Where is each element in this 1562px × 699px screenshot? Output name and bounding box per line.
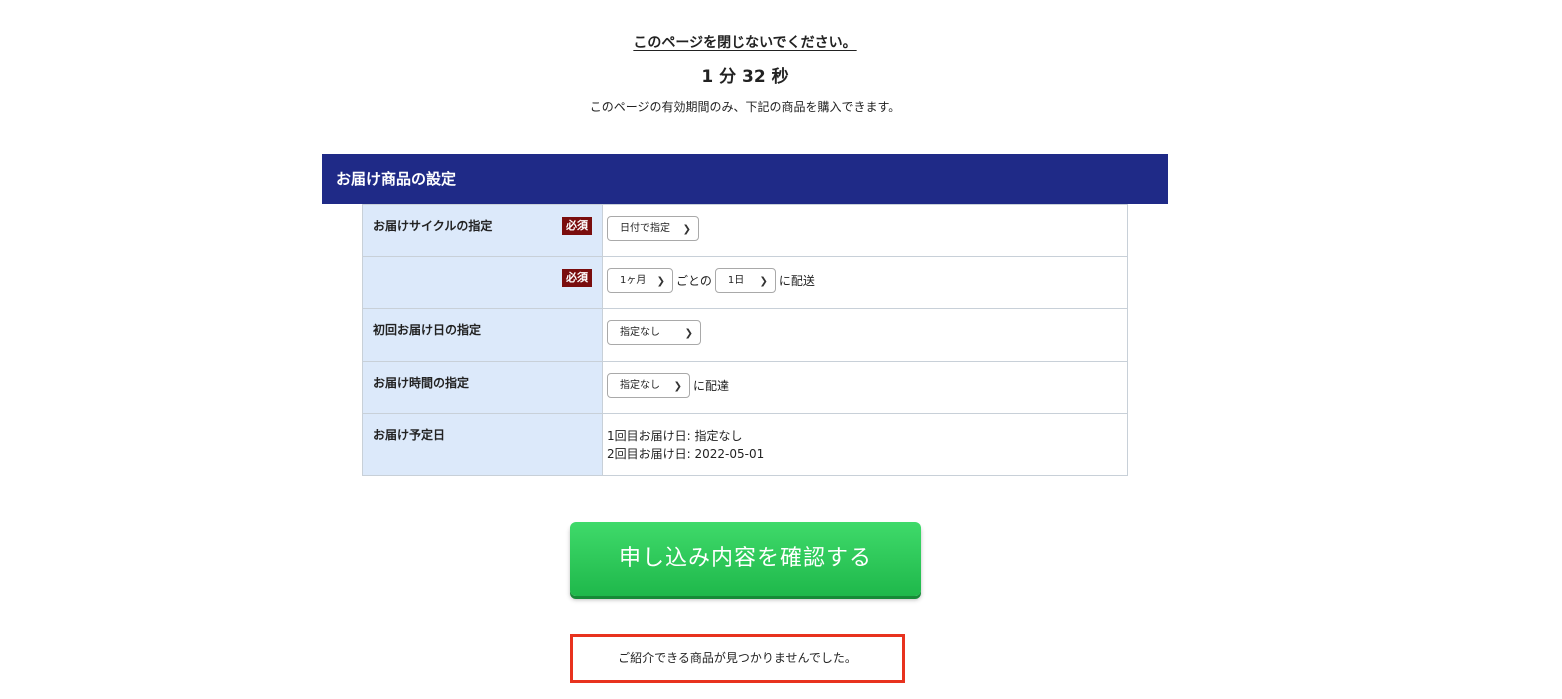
notice-description: このページの有効期間のみ、下記の商品を購入できます。 — [589, 100, 901, 114]
schedule-label: お届け予定日 — [373, 428, 446, 442]
first-delivery-label: 初回お届け日の指定 — [373, 323, 482, 337]
delivery-time-label-cell: お届け時間の指定 — [362, 361, 603, 414]
chevron-down-icon: ❯ — [684, 328, 693, 339]
delivery-time-value-cell: 指定なし ❯ に配達 — [602, 361, 1128, 414]
delivery-day-select-value: 1日 — [727, 275, 745, 286]
table-row: お届け予定日 1回目お届け日: 指定なし 2回目お届け日: 2022-05-01 — [362, 413, 1128, 476]
delivery-time-select-value: 指定なし — [620, 380, 660, 391]
table-row: お届けサイクルの指定 必須 日付で指定 ❯ — [362, 204, 1128, 257]
section-header: お届け商品の設定 — [322, 154, 1168, 204]
first-delivery-schedule: 1回目お届け日: 指定なし — [607, 429, 743, 443]
chevron-down-icon: ❯ — [673, 381, 682, 392]
confirm-order-button[interactable]: 申し込み内容を確認する — [570, 522, 921, 596]
cycle-label: お届けサイクルの指定 — [373, 219, 493, 233]
interval-value-cell: 1ヶ月 ❯ ごとの 1日 ❯ に配送 — [602, 256, 1128, 309]
first-delivery-date-select-value: 指定なし — [620, 327, 660, 338]
delivery-settings-table: お届けサイクルの指定 必須 日付で指定 ❯ 必須 1ヶ月 ❯ ごとの 1日 ❯ … — [362, 204, 1128, 476]
page: このページを閉じないでください。 1 分 32 秒 このページの有効期間のみ、下… — [0, 0, 1562, 699]
delivery-time-label: お届け時間の指定 — [373, 376, 470, 390]
no-products-message: ご紹介できる商品が見つかりませんでした。 — [570, 634, 905, 683]
chevron-down-icon: ❯ — [682, 224, 691, 235]
required-badge: 必須 — [562, 217, 592, 235]
cycle-value-cell: 日付で指定 ❯ — [602, 204, 1128, 257]
table-row: お届け時間の指定 指定なし ❯ に配達 — [362, 361, 1128, 414]
schedule-label-cell: お届け予定日 — [362, 413, 603, 476]
second-delivery-schedule: 2回目お届け日: 2022-05-01 — [607, 447, 765, 461]
first-delivery-date-select[interactable]: 指定なし ❯ — [607, 320, 701, 345]
cycle-type-select[interactable]: 日付で指定 ❯ — [607, 216, 699, 241]
countdown-timer: 1 分 32 秒 — [701, 67, 789, 87]
interval-suffix-text: に配送 — [778, 274, 815, 288]
cycle-label-cell: お届けサイクルの指定 必須 — [362, 204, 603, 257]
chevron-down-icon: ❯ — [759, 276, 768, 287]
notice-title: このページを閉じないでください。 — [633, 35, 857, 51]
interval-between-text: ごとの — [676, 274, 712, 288]
delivery-time-select[interactable]: 指定なし ❯ — [607, 373, 690, 398]
delivery-time-suffix-text: に配達 — [693, 379, 730, 393]
table-row: 初回お届け日の指定 指定なし ❯ — [362, 308, 1128, 362]
first-delivery-value-cell: 指定なし ❯ — [602, 308, 1128, 362]
cycle-type-select-value: 日付で指定 — [620, 223, 670, 234]
delivery-day-select[interactable]: 1日 ❯ — [714, 268, 776, 293]
schedule-value-cell: 1回目お届け日: 指定なし 2回目お届け日: 2022-05-01 — [602, 413, 1128, 476]
interval-label-cell: 必須 — [362, 256, 603, 309]
month-interval-select[interactable]: 1ヶ月 ❯ — [607, 268, 673, 293]
chevron-down-icon: ❯ — [656, 276, 665, 287]
table-row: 必須 1ヶ月 ❯ ごとの 1日 ❯ に配送 — [362, 256, 1128, 309]
month-interval-select-value: 1ヶ月 — [620, 275, 647, 286]
required-badge: 必須 — [562, 269, 592, 287]
first-delivery-label-cell: 初回お届け日の指定 — [362, 308, 603, 362]
